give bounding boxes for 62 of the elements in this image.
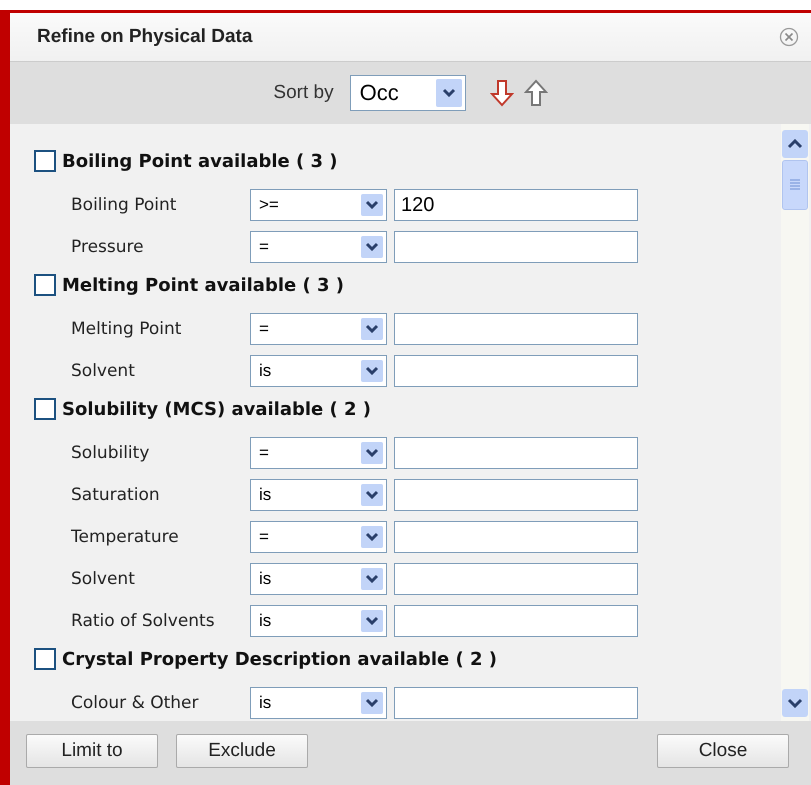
dialog-button[interactable]: Exclude	[176, 734, 308, 768]
chevron-down-icon[interactable]	[436, 79, 462, 107]
value-field[interactable]	[394, 563, 638, 595]
operator-dropdown[interactable]: =	[250, 521, 387, 553]
checkbox[interactable]	[34, 150, 56, 172]
value-field[interactable]	[394, 231, 638, 263]
value-field[interactable]	[394, 479, 638, 511]
sort-label: Sort by	[273, 82, 334, 104]
value-field[interactable]	[394, 355, 638, 387]
operator-dropdown[interactable]: is	[250, 605, 387, 637]
field-label: Temperature	[70, 527, 180, 547]
chevron-down-icon[interactable]	[361, 610, 383, 632]
chevron-down-icon[interactable]	[361, 194, 383, 216]
field-label: Solvent	[70, 361, 136, 381]
arrow-down-icon[interactable]	[490, 79, 514, 107]
field-label: Boiling Point	[70, 195, 178, 215]
chevron-down-icon[interactable]	[361, 236, 383, 258]
value-field[interactable]	[394, 437, 638, 469]
field-label: Solubility	[70, 443, 150, 463]
value-field[interactable]	[394, 687, 638, 719]
close-icon[interactable]	[779, 27, 799, 47]
chevron-down-icon[interactable]	[361, 442, 383, 464]
operator-dropdown[interactable]: =	[250, 437, 387, 469]
value-field[interactable]	[394, 605, 638, 637]
chevron-down-icon[interactable]	[361, 692, 383, 714]
field-label: Saturation	[70, 485, 161, 505]
field-label: Pressure	[70, 237, 145, 257]
arrow-up-icon[interactable]	[524, 79, 548, 107]
group-title: Melting Point available ( 3 )	[62, 274, 344, 296]
chevron-down-icon[interactable]	[361, 360, 383, 382]
scroll-down-icon[interactable]	[782, 689, 808, 717]
operator-dropdown[interactable]: is	[250, 355, 387, 387]
operator-dropdown[interactable]: =	[250, 313, 387, 345]
sort-dropdown[interactable]: Occ	[350, 75, 466, 111]
checkbox[interactable]	[34, 274, 56, 296]
operator-dropdown[interactable]: >=	[250, 189, 387, 221]
value-field[interactable]: 120	[394, 189, 638, 221]
dialog-button[interactable]: Close	[657, 734, 789, 768]
chevron-down-icon[interactable]	[361, 568, 383, 590]
operator-dropdown[interactable]: is	[250, 687, 387, 719]
window-title: Refine on Physical Data	[37, 26, 252, 48]
chevron-down-icon[interactable]	[361, 484, 383, 506]
field-label: Melting Point	[70, 319, 182, 339]
scrollbar[interactable]	[781, 124, 809, 721]
checkbox[interactable]	[34, 398, 56, 420]
operator-dropdown[interactable]: is	[250, 479, 387, 511]
group-title: Crystal Property Description available ( 2 )	[62, 648, 497, 670]
group-title: Solubility (MCS) available ( 2 )	[62, 398, 372, 420]
value-field[interactable]	[394, 521, 638, 553]
chevron-down-icon[interactable]	[361, 318, 383, 340]
value-field[interactable]	[394, 313, 638, 345]
field-label: Ratio of Solvents	[70, 611, 216, 631]
field-label: Solvent	[70, 569, 136, 589]
operator-dropdown[interactable]: =	[250, 231, 387, 263]
dialog-button[interactable]: Limit to	[26, 734, 158, 768]
group-title: Boiling Point available ( 3 )	[62, 150, 338, 172]
operator-dropdown[interactable]: is	[250, 563, 387, 595]
scroll-up-icon[interactable]	[782, 130, 808, 158]
chevron-down-icon[interactable]	[361, 526, 383, 548]
field-label: Colour & Other	[70, 693, 200, 713]
scroll-thumb[interactable]	[782, 160, 808, 210]
checkbox[interactable]	[34, 648, 56, 670]
